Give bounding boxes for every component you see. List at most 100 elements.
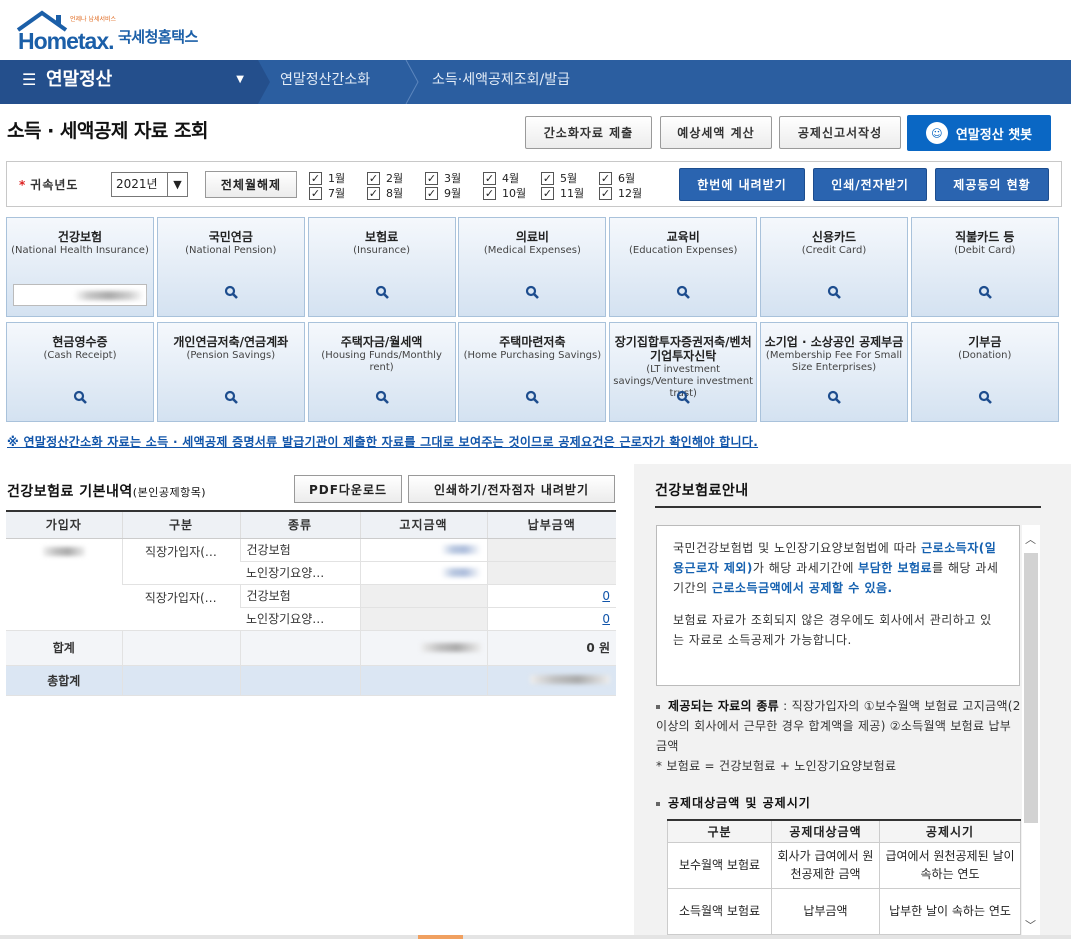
chatbot-icon: ☺ xyxy=(925,122,948,144)
main-menu-dropdown[interactable]: ☰ 연말정산 ▼ xyxy=(0,60,258,104)
billed-amount-redacted[interactable] xyxy=(359,538,487,562)
tile-title: 현금영수증 xyxy=(52,335,108,349)
divider xyxy=(655,506,1041,508)
tile-subtitle: (Pension Savings) xyxy=(186,350,276,361)
print-braille-button[interactable]: 인쇄하기/전자점자 내려받기 xyxy=(408,475,615,503)
header: 언제나 납세서비스 Hometax. 국세청홈택스 xyxy=(0,0,1071,60)
month-checkbox-4[interactable]: ✓ 4월 xyxy=(483,170,533,186)
tile-0[interactable]: 건강보험 (National Health Insurance) xyxy=(6,217,154,317)
submit-simplified-data-button[interactable]: 간소화자료 제출 xyxy=(525,116,652,149)
download-all-button[interactable]: 한번에 내려받기 xyxy=(679,168,805,201)
info-panel: 건강보험료안내 국민건강보험법 및 노인장기요양보험법에 따라 근로소득자(일용… xyxy=(634,464,1071,939)
filter-bar: * 귀속년도 2021년 ▼ 전체월해제 한번에 내려받기 인쇄/전자받기 제공동의… xyxy=(6,161,1062,207)
checkbox-check-icon[interactable]: ✓ xyxy=(483,171,496,185)
search-icon xyxy=(526,390,540,404)
tile-subtitle: (Medical Expenses) xyxy=(483,245,581,256)
month-checkbox-1[interactable]: ✓ 1월 xyxy=(309,170,359,186)
breadcrumb-yearend-simplified[interactable]: 연말정산간소화 xyxy=(280,60,370,104)
health-insurance-table: 가입자 구분 종류 고지금액 납부금액 직장가입자(… 건강보험 노인장기요양…… xyxy=(6,510,616,696)
checkbox-check-icon[interactable]: ✓ xyxy=(367,171,380,185)
tile-9[interactable]: 주택자금/월세액 (Housing Funds/Monthly rent) xyxy=(307,322,456,422)
tile-subtitle: (Credit Card) xyxy=(801,245,867,256)
pdf-download-button[interactable]: PDF다운로드 xyxy=(294,475,402,503)
scroll-up-icon[interactable]: ︿ xyxy=(1025,531,1036,547)
cell-paid xyxy=(486,561,616,585)
checkbox-check-icon[interactable]: ✓ xyxy=(425,186,438,200)
tile-8[interactable]: 개인연금저축/연금계좌 (Pension Savings) xyxy=(156,322,305,422)
cell-billed xyxy=(359,584,487,608)
checkbox-check-icon[interactable]: ✓ xyxy=(541,171,554,185)
page-title: 소득 · 세액공제 자료 조회 xyxy=(7,120,208,142)
month-checkbox-7[interactable]: ✓ 7월 xyxy=(309,185,359,201)
month-checkbox-6[interactable]: ✓ 6월 xyxy=(599,170,649,186)
info-scrollbar[interactable]: ︿ ﹀ xyxy=(1022,525,1040,939)
checkbox-check-icon[interactable]: ✓ xyxy=(599,171,612,185)
deduction-timing-table: 구분 공제대상금액 공제시기 보수월액 보험료 회사가 급여에서 원천공제한 금액 급여… xyxy=(667,819,1021,935)
total-cell xyxy=(359,665,487,696)
breadcrumb-deduction-inquiry[interactable]: 소득·세액공제조회/발급 xyxy=(432,60,570,104)
col-category: 구분 xyxy=(121,511,240,539)
month-checkbox-3[interactable]: ✓ 3월 xyxy=(425,170,475,186)
bottom-scrollbar[interactable] xyxy=(0,935,1071,939)
breadcrumb-separator-icon xyxy=(258,60,270,104)
checkbox-check-icon[interactable]: ✓ xyxy=(309,171,322,185)
tile-13[interactable]: 기부금 (Donation) xyxy=(910,322,1059,422)
tile-1[interactable]: 국민연금 (National Pension) xyxy=(156,217,305,317)
checkbox-check-icon[interactable]: ✓ xyxy=(425,171,438,185)
month-checkbox-9[interactable]: ✓ 9월 xyxy=(425,185,475,201)
checkbox-check-icon[interactable]: ✓ xyxy=(541,186,554,200)
month-checkbox-11[interactable]: ✓ 11월 xyxy=(541,185,591,201)
sum-row: 합계 0 원 xyxy=(6,630,616,666)
paid-amount-link[interactable]: 0 xyxy=(486,584,616,608)
month-checkbox-10[interactable]: ✓ 10월 xyxy=(483,185,533,201)
scroll-down-icon[interactable]: ﹀ xyxy=(1025,917,1036,933)
month-checkbox-2[interactable]: ✓ 2월 xyxy=(367,170,417,186)
paid-amount-link[interactable]: 0 xyxy=(486,607,616,631)
checkbox-check-icon[interactable]: ✓ xyxy=(599,186,612,200)
checkbox-check-icon[interactable]: ✓ xyxy=(367,186,380,200)
total-redacted xyxy=(486,665,616,696)
tile-6[interactable]: 직불카드 등 (Debit Card) xyxy=(910,217,1059,317)
year-select[interactable]: 2021년 ▼ xyxy=(111,172,188,197)
total-cell xyxy=(239,665,360,696)
provided-data-info: 제공되는 자료의 종류 : 직장가입자의 ①보수월액 보험료 고지금액(2 이상… xyxy=(656,699,1021,773)
billed-amount-redacted[interactable] xyxy=(359,561,487,585)
tile-title: 보험료 xyxy=(365,230,399,244)
checkbox-check-icon[interactable]: ✓ xyxy=(483,186,496,200)
search-icon xyxy=(978,285,992,299)
tile-title: 직불카드 등 xyxy=(955,230,1015,244)
logo-tagline: 언제나 납세서비스 xyxy=(70,16,117,23)
tile-title: 주택마련저축 xyxy=(499,335,566,349)
clear-months-button[interactable]: 전체월해제 xyxy=(205,171,297,198)
month-checkbox-8[interactable]: ✓ 8월 xyxy=(367,185,417,201)
checkbox-check-icon[interactable]: ✓ xyxy=(309,186,322,200)
hometax-logo[interactable]: 언제나 납세서비스 Hometax. 국세청홈택스 xyxy=(16,8,226,54)
tile-2[interactable]: 보험료 (Insurance) xyxy=(307,217,456,317)
tile-10[interactable]: 주택마련저축 (Home Purchasing Savings) xyxy=(458,322,607,422)
tile-5[interactable]: 신용카드 (Credit Card) xyxy=(760,217,908,317)
month-checkbox-12[interactable]: ✓ 12월 xyxy=(599,185,649,201)
print-download-button[interactable]: 인쇄/전자받기 xyxy=(813,168,927,201)
tile-12[interactable]: 소기업 · 소상공인 공제부금 (Membership Fee For Small… xyxy=(760,322,908,422)
tile-11[interactable]: 장기집합투자증권저축/벤처기업투자신탁 (LT investment saving… xyxy=(609,322,758,422)
table-row: 직장가입자(… 건강보험 xyxy=(6,538,616,631)
tile-7[interactable]: 현금영수증 (Cash Receipt) xyxy=(6,322,154,422)
tile-3[interactable]: 의료비 (Medical Expenses) xyxy=(458,217,607,317)
search-icon xyxy=(224,390,238,404)
notice-text: ※ 연말정산간소화 자료는 소득 · 세액공제 증명서류 발급기관이 제출한 자… xyxy=(7,435,759,449)
estimated-tax-button[interactable]: 예상세액 계산 xyxy=(660,116,772,149)
consent-status-button[interactable]: 제공동의 현황 xyxy=(935,168,1049,201)
chatbot-button[interactable]: ☺ 연말정산 챗봇 xyxy=(907,115,1051,151)
top-nav: ☰ 연말정산 ▼ 연말정산간소화 소득·세액공제조회/발급 xyxy=(0,60,1071,104)
info-panel-title: 건강보험료안내 xyxy=(655,483,749,499)
tile-4[interactable]: 교육비 (Education Expenses) xyxy=(609,217,758,317)
section-title: 건강보험료 기본내역(본인공제항목) xyxy=(7,484,207,500)
sum-billed-redacted xyxy=(359,630,487,666)
sum-label: 합계 xyxy=(6,630,122,666)
search-icon xyxy=(677,390,691,404)
cell-category: 직장가입자(… xyxy=(122,584,240,631)
scrollbar-thumb[interactable] xyxy=(1024,553,1038,823)
search-icon xyxy=(827,390,841,404)
month-checkbox-5[interactable]: ✓ 5월 xyxy=(541,170,591,186)
deduction-form-button[interactable]: 공제신고서작성 xyxy=(779,116,901,149)
